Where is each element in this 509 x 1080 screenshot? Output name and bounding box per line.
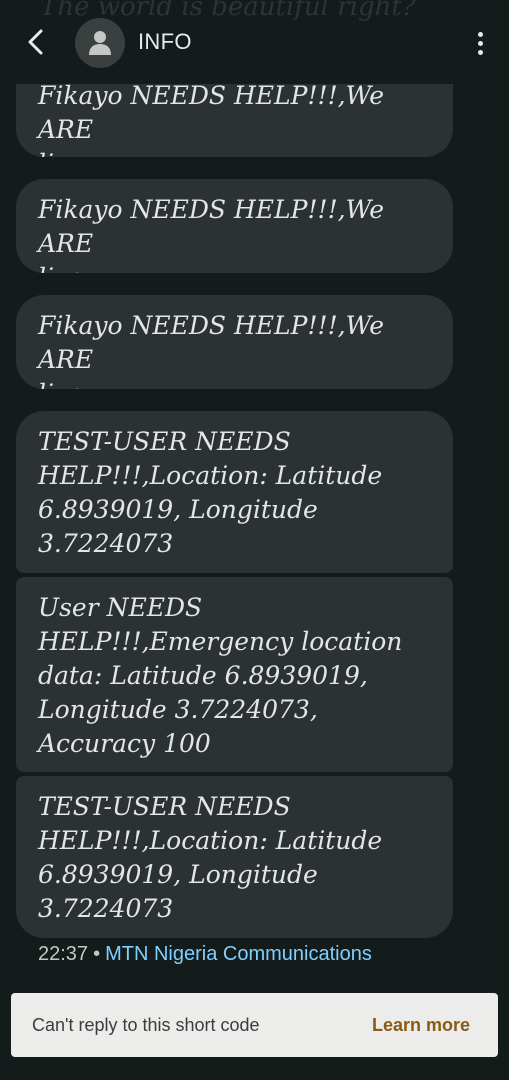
message-line: Fikayo NEEDS HELP!!!,We ARE <box>38 195 385 258</box>
meta-separator: • <box>93 943 101 965</box>
message-line: 6.8939019, Longitude <box>38 495 318 524</box>
more-vertical-icon <box>477 49 483 55</box>
sender-name[interactable]: MTN Nigeria Communications <box>105 943 372 965</box>
message-line: live <box>38 261 431 273</box>
message-line: HELP!!!,Location: Latitude <box>38 826 383 855</box>
contact-name[interactable]: INFO <box>138 29 192 55</box>
message-line: 3.7224073 <box>38 894 174 923</box>
more-vertical-icon <box>477 40 483 46</box>
message-line: data: Latitude 6.8939019, <box>38 661 368 690</box>
learn-more-link[interactable]: Learn more <box>372 1015 470 1036</box>
reply-disabled-bar: Can't reply to this short code Learn mor… <box>11 993 498 1057</box>
more-vertical-icon <box>477 31 483 37</box>
message-list: Fikayo NEEDS HELP!!!,We ARE live Fikayo … <box>0 0 509 1080</box>
message-line: TEST-USER NEEDS <box>38 792 291 821</box>
message-bubble[interactable]: TEST-USER NEEDS HELP!!!,Location: Latitu… <box>16 411 453 573</box>
message-line: Accuracy 100 <box>38 729 211 758</box>
message-line: User NEEDS <box>38 593 203 622</box>
message-line: live <box>38 377 431 389</box>
chevron-left-icon <box>28 29 43 55</box>
message-bubble[interactable]: TEST-USER NEEDS HELP!!!,Location: Latitu… <box>16 776 453 938</box>
message-meta: 22:37 • MTN Nigeria Communications <box>38 943 372 966</box>
more-options-button[interactable] <box>466 24 494 62</box>
message-line: 6.8939019, Longitude <box>38 860 318 889</box>
message-line: 3.7224073 <box>38 529 174 558</box>
message-line: Fikayo NEEDS HELP!!!,We ARE <box>38 311 385 374</box>
message-line: HELP!!!,Emergency location <box>38 627 403 656</box>
message-line: HELP!!!,Location: Latitude <box>38 461 383 490</box>
avatar[interactable] <box>75 18 125 68</box>
message-line: Longitude 3.7224073, <box>38 695 318 724</box>
reply-disabled-text: Can't reply to this short code <box>32 1014 260 1035</box>
message-bubble[interactable]: User NEEDS HELP!!!,Emergency location da… <box>16 577 453 772</box>
back-button[interactable] <box>18 22 54 62</box>
message-line: live <box>38 147 431 157</box>
message-bubble[interactable]: Fikayo NEEDS HELP!!!,We ARE live <box>16 295 453 389</box>
message-bubble[interactable]: Fikayo NEEDS HELP!!!,We ARE live <box>16 179 453 273</box>
message-line: TEST-USER NEEDS <box>38 427 291 456</box>
message-time: 22:37 <box>38 943 89 965</box>
person-icon <box>89 31 111 55</box>
conversation-header: The world is beautiful right? INFO <box>0 0 509 84</box>
message-line: Fikayo NEEDS HELP!!!,We ARE <box>38 81 385 144</box>
